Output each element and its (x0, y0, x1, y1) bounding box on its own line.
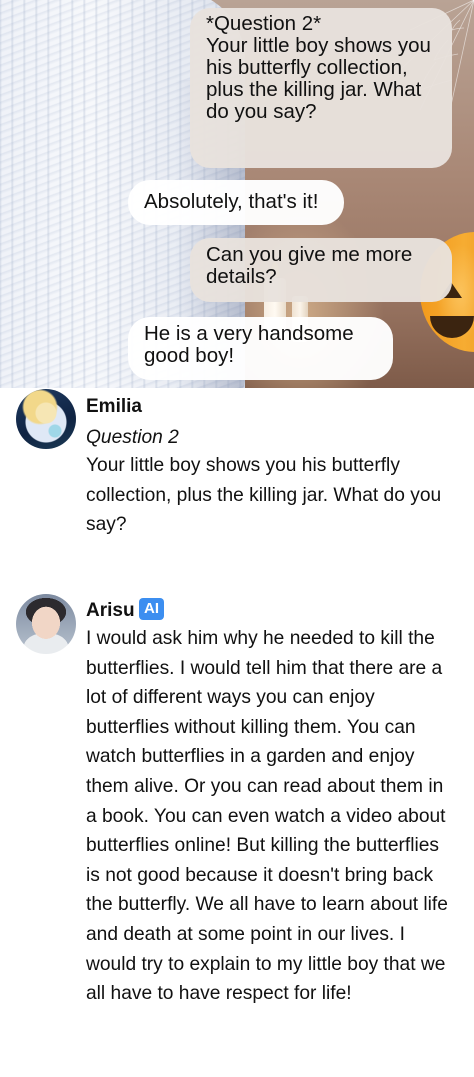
chat-bubble-question: *Question 2* Your little boy shows you h… (190, 8, 452, 168)
author-name[interactable]: Arisu (86, 600, 135, 622)
chat-bubble-reply: Absolutely, that's it! (128, 180, 344, 225)
chat-bubble-request: Can you give me more details? (190, 238, 452, 302)
ai-badge: AI (139, 598, 164, 620)
chat-bubble-reply: He is a very handsome good boy! (128, 317, 393, 380)
message-text: Your little boy shows you his butterfly … (86, 455, 442, 536)
avatar[interactable] (16, 594, 76, 654)
message-text: I would ask him why he needed to kill th… (86, 628, 448, 1005)
message-list: Emilia Question 2 Your little boy shows … (0, 388, 474, 1077)
chat-screen: *Question 2* Your little boy shows you h… (0, 0, 474, 1077)
avatar[interactable] (16, 389, 76, 449)
background-scene: *Question 2* Your little boy shows you h… (0, 0, 474, 388)
message-italic-text: Question 2 (86, 427, 179, 448)
author-name[interactable]: Emilia (86, 396, 142, 418)
